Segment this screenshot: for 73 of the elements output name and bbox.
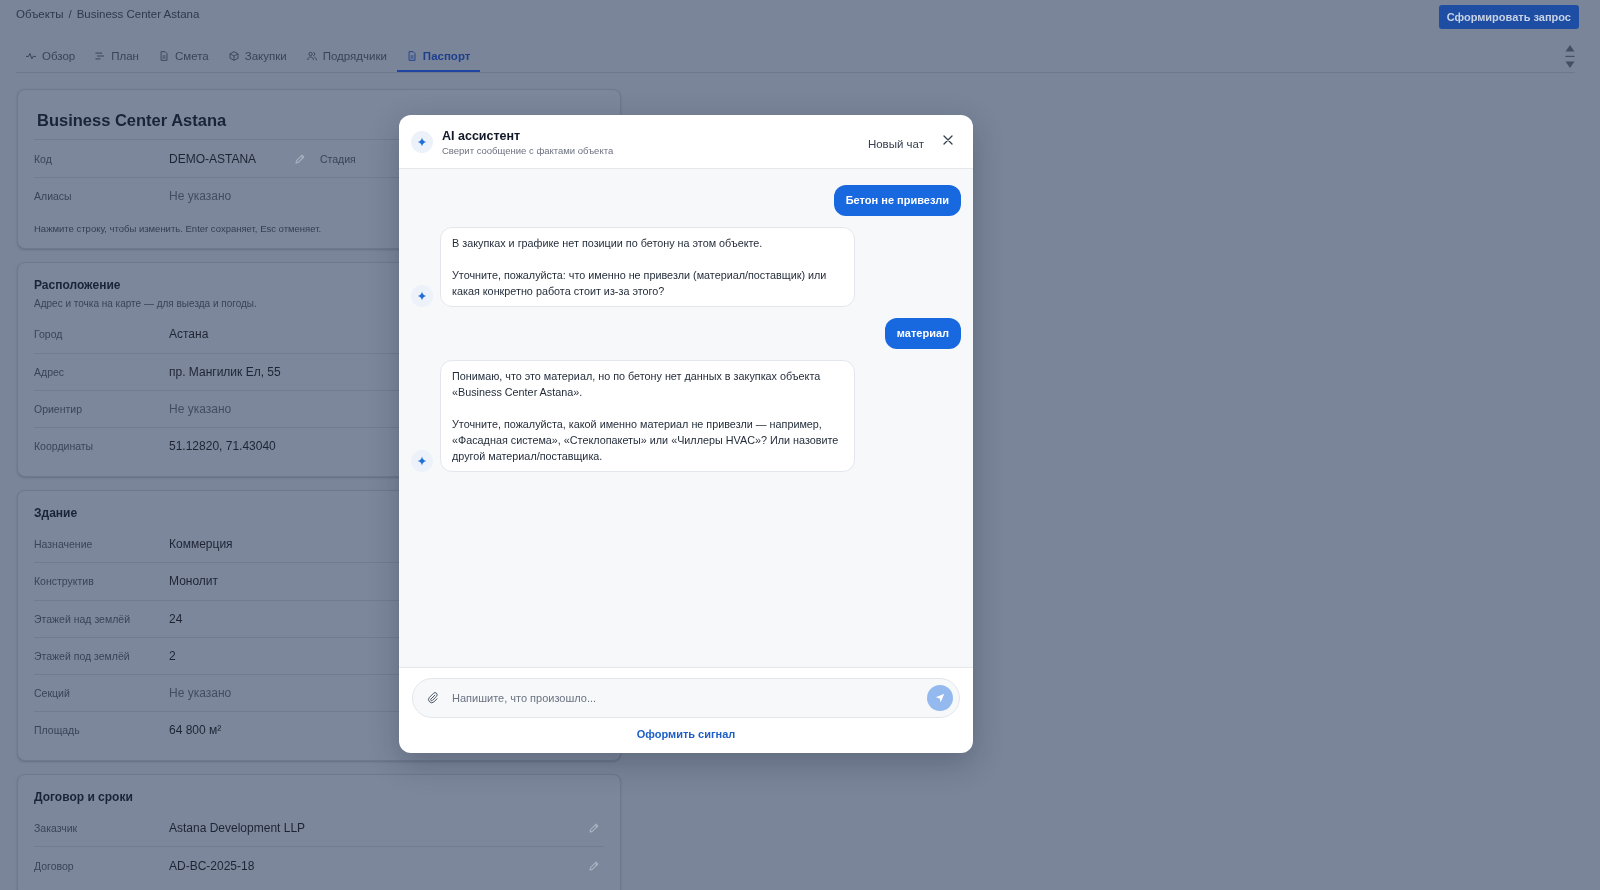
paperclip-icon[interactable]	[427, 692, 439, 704]
field-label: Стадия	[320, 152, 356, 165]
user-message: материал	[884, 318, 961, 349]
tab[interactable]: Закупки	[218, 40, 297, 72]
tab[interactable]: Подрядчики	[296, 40, 397, 72]
field-label: Секций	[34, 686, 71, 699]
section-title: Здание	[34, 505, 78, 522]
field-value: DEMO-ASTANA	[169, 151, 257, 166]
field-label: Адрес	[34, 365, 66, 378]
field-value: 24	[169, 611, 183, 626]
signal-link[interactable]: Оформить сигнал	[636, 727, 736, 741]
pencil-icon[interactable]	[589, 860, 599, 871]
message-paragraph: Уточните, пожалуйста: что именно не привезли (материал/поставщик) или какая конкретно работа стоит из-за этого?	[452, 268, 828, 299]
field-label: Заказчик	[34, 821, 79, 834]
message-input-field[interactable]: Напишите, что произошло...	[412, 678, 960, 718]
field-value: Коммерция	[169, 536, 233, 551]
object-title: Business Center Astana	[37, 111, 227, 129]
field-value: 51.12820, 71.43040	[169, 439, 276, 454]
field-label: Алиасы	[34, 190, 73, 203]
message-paragraph: Уточните, пожалуйста, какой именно материал не привезли — например, «Фасадная система», «Стеклопакеты» или «Чиллеры HVAC»? Или назовите другой материал/поставщика.	[452, 417, 840, 464]
create-request-button[interactable]: Сформировать запрос	[1438, 5, 1579, 29]
tab[interactable]: Паспорт	[396, 40, 481, 72]
field-value: Не указано	[169, 685, 232, 700]
dialog-title: AI ассистент	[442, 128, 521, 144]
field-label: Площадь	[34, 724, 81, 737]
cube-icon	[228, 51, 239, 61]
field-value: Astana Development LLP	[169, 820, 306, 835]
document-icon	[406, 51, 417, 61]
field-label: Договор	[34, 859, 75, 872]
breadcrumb-separator: /	[68, 7, 72, 22]
field-value: пр. Мангилик Ел, 55	[169, 364, 281, 379]
breadcrumb-current: Business Center Astana	[76, 7, 200, 22]
message-paragraph: Понимаю, что это материал, но по бетону нет данных в закупках объекта «Business Center Astana».	[452, 369, 822, 400]
field-value: 64 800 м²	[169, 723, 222, 738]
sparkle-icon	[411, 130, 433, 153]
pencil-icon[interactable]	[589, 822, 599, 833]
section-title: Расположение	[34, 277, 121, 294]
message-paragraph: В закупках и графике нет позиции по бетону на этом объекте.	[452, 236, 764, 251]
field-label: Координаты	[34, 440, 95, 453]
tab[interactable]: Смета	[148, 40, 219, 72]
user-message: Бетон не привезли	[833, 185, 961, 216]
tab[interactable]: План	[85, 40, 149, 72]
dialog-subtitle: Сверит сообщение с фактами объекта	[442, 144, 614, 157]
people-icon	[306, 51, 317, 61]
field-label: Ориентир	[34, 402, 84, 415]
field-label: Этажей над землёй	[34, 612, 131, 625]
list-icon	[95, 51, 106, 61]
field-label: Код	[34, 152, 53, 165]
pencil-icon[interactable]	[295, 153, 305, 164]
field-value: 2	[169, 648, 176, 663]
field-value: Астана	[169, 326, 209, 341]
field-label: Назначение	[34, 537, 94, 550]
edit-hint: Нажмите строку, чтобы изменить. Enter сохраняет, Esc отменяет.	[34, 222, 322, 237]
up-down-arrows-icon[interactable]	[1565, 43, 1575, 69]
field-value: Монолит	[169, 574, 219, 589]
field-value: AD-BC-2025-18	[169, 858, 255, 873]
section-subtitle: Адрес и точка на карте — для выезда и погоды.	[34, 297, 257, 312]
section-title: Договор и сроки	[34, 789, 133, 806]
document-icon	[158, 51, 169, 61]
sparkle-icon	[411, 450, 433, 472]
field-label: Этажей под землёй	[34, 649, 131, 662]
field-value: Не указано	[169, 189, 232, 204]
message-input[interactable]: Напишите, что произошло...	[452, 689, 917, 707]
field-label: Конструктив	[34, 575, 95, 588]
tab[interactable]: Обзор	[16, 40, 86, 72]
field-value: Не указано	[169, 401, 232, 416]
pulse-icon	[26, 51, 36, 61]
breadcrumb-link[interactable]: Объекты	[16, 6, 64, 22]
sparkle-icon	[411, 285, 433, 307]
close-icon[interactable]	[943, 134, 953, 145]
paper-plane-icon	[935, 693, 945, 703]
field-label: Город	[34, 327, 64, 340]
new-chat-button[interactable]: Новый чат	[861, 133, 930, 154]
